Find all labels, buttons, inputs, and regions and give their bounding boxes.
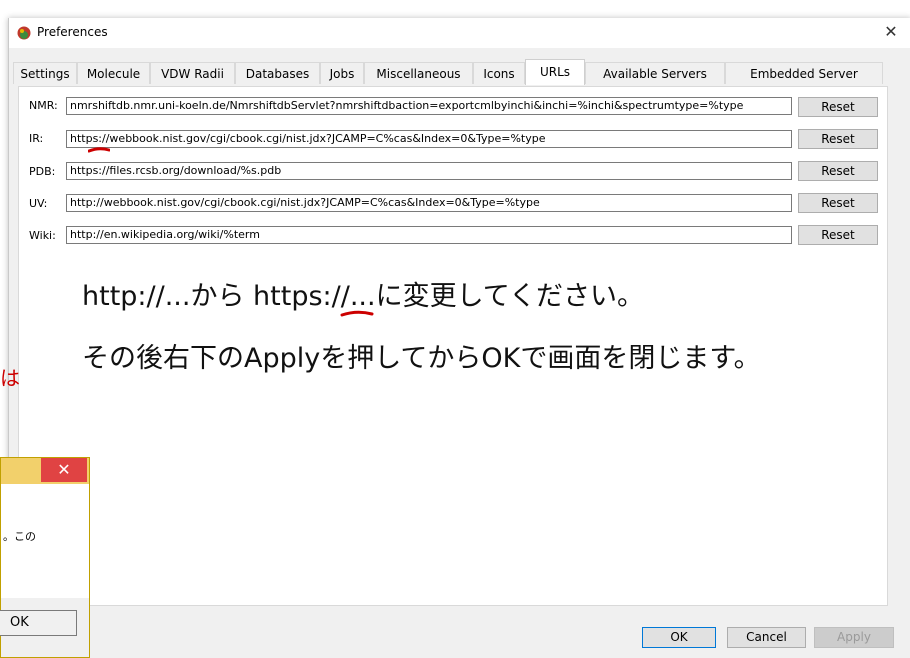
- secondary-ok-button[interactable]: OK: [0, 610, 77, 636]
- window-title: Preferences: [37, 25, 108, 39]
- nmr-reset-button[interactable]: Reset: [798, 97, 878, 117]
- tab-available-servers[interactable]: Available Servers: [585, 62, 725, 84]
- background-top: [0, 0, 910, 20]
- pdb-reset-button[interactable]: Reset: [798, 161, 878, 181]
- tab-settings[interactable]: Settings: [13, 62, 77, 84]
- secondary-dialog-text: 。この: [3, 530, 36, 543]
- apply-button[interactable]: Apply: [814, 627, 894, 648]
- tab-vdw-radii[interactable]: VDW Radii: [150, 62, 235, 84]
- uv-reset-button[interactable]: Reset: [798, 193, 878, 213]
- nmr-label: NMR:: [29, 99, 58, 112]
- close-icon[interactable]: ✕: [881, 22, 901, 44]
- app-icon: [17, 26, 31, 40]
- side-annotation-char: は: [0, 366, 20, 390]
- tab-miscellaneous[interactable]: Miscellaneous: [364, 62, 473, 84]
- wiki-label: Wiki:: [29, 229, 56, 242]
- cancel-button[interactable]: Cancel: [727, 627, 806, 648]
- uv-url-field[interactable]: http://webbook.nist.gov/cgi/cbook.cgi/ni…: [66, 194, 792, 212]
- pdb-label: PDB:: [29, 165, 56, 178]
- annotation-underline-mark: [340, 310, 374, 317]
- ir-url-field[interactable]: https://webbook.nist.gov/cgi/cbook.cgi/n…: [66, 130, 792, 148]
- wiki-url-field[interactable]: http://en.wikipedia.org/wiki/%term: [66, 226, 792, 244]
- tab-databases[interactable]: Databases: [235, 62, 320, 84]
- tab-icons[interactable]: Icons: [473, 62, 525, 84]
- tab-embedded-server[interactable]: Embedded Server: [725, 62, 883, 84]
- ok-button[interactable]: OK: [642, 627, 716, 648]
- title-bar: Preferences ✕: [9, 18, 910, 48]
- nmr-url-field[interactable]: nmrshiftdb.nmr.uni-koeln.de/NmrshiftdbSe…: [66, 97, 792, 115]
- secondary-dialog: ✕ 。この OK: [0, 457, 90, 658]
- uv-label: UV:: [29, 197, 48, 210]
- tab-urls[interactable]: URLs: [525, 59, 585, 85]
- tab-molecule[interactable]: Molecule: [77, 62, 150, 84]
- ir-label: IR:: [29, 132, 44, 145]
- tab-bar: Settings Molecule VDW Radii Databases Jo…: [13, 59, 905, 86]
- annotation-line-2: その後右下のApplyを押してからOKで画面を閉じます。: [82, 343, 761, 374]
- close-icon[interactable]: ✕: [41, 458, 87, 482]
- pdb-url-field[interactable]: https://files.rcsb.org/download/%s.pdb: [66, 162, 792, 180]
- tab-jobs[interactable]: Jobs: [320, 62, 364, 84]
- ir-reset-button[interactable]: Reset: [798, 129, 878, 149]
- wiki-reset-button[interactable]: Reset: [798, 225, 878, 245]
- ir-underline-mark: [88, 147, 110, 153]
